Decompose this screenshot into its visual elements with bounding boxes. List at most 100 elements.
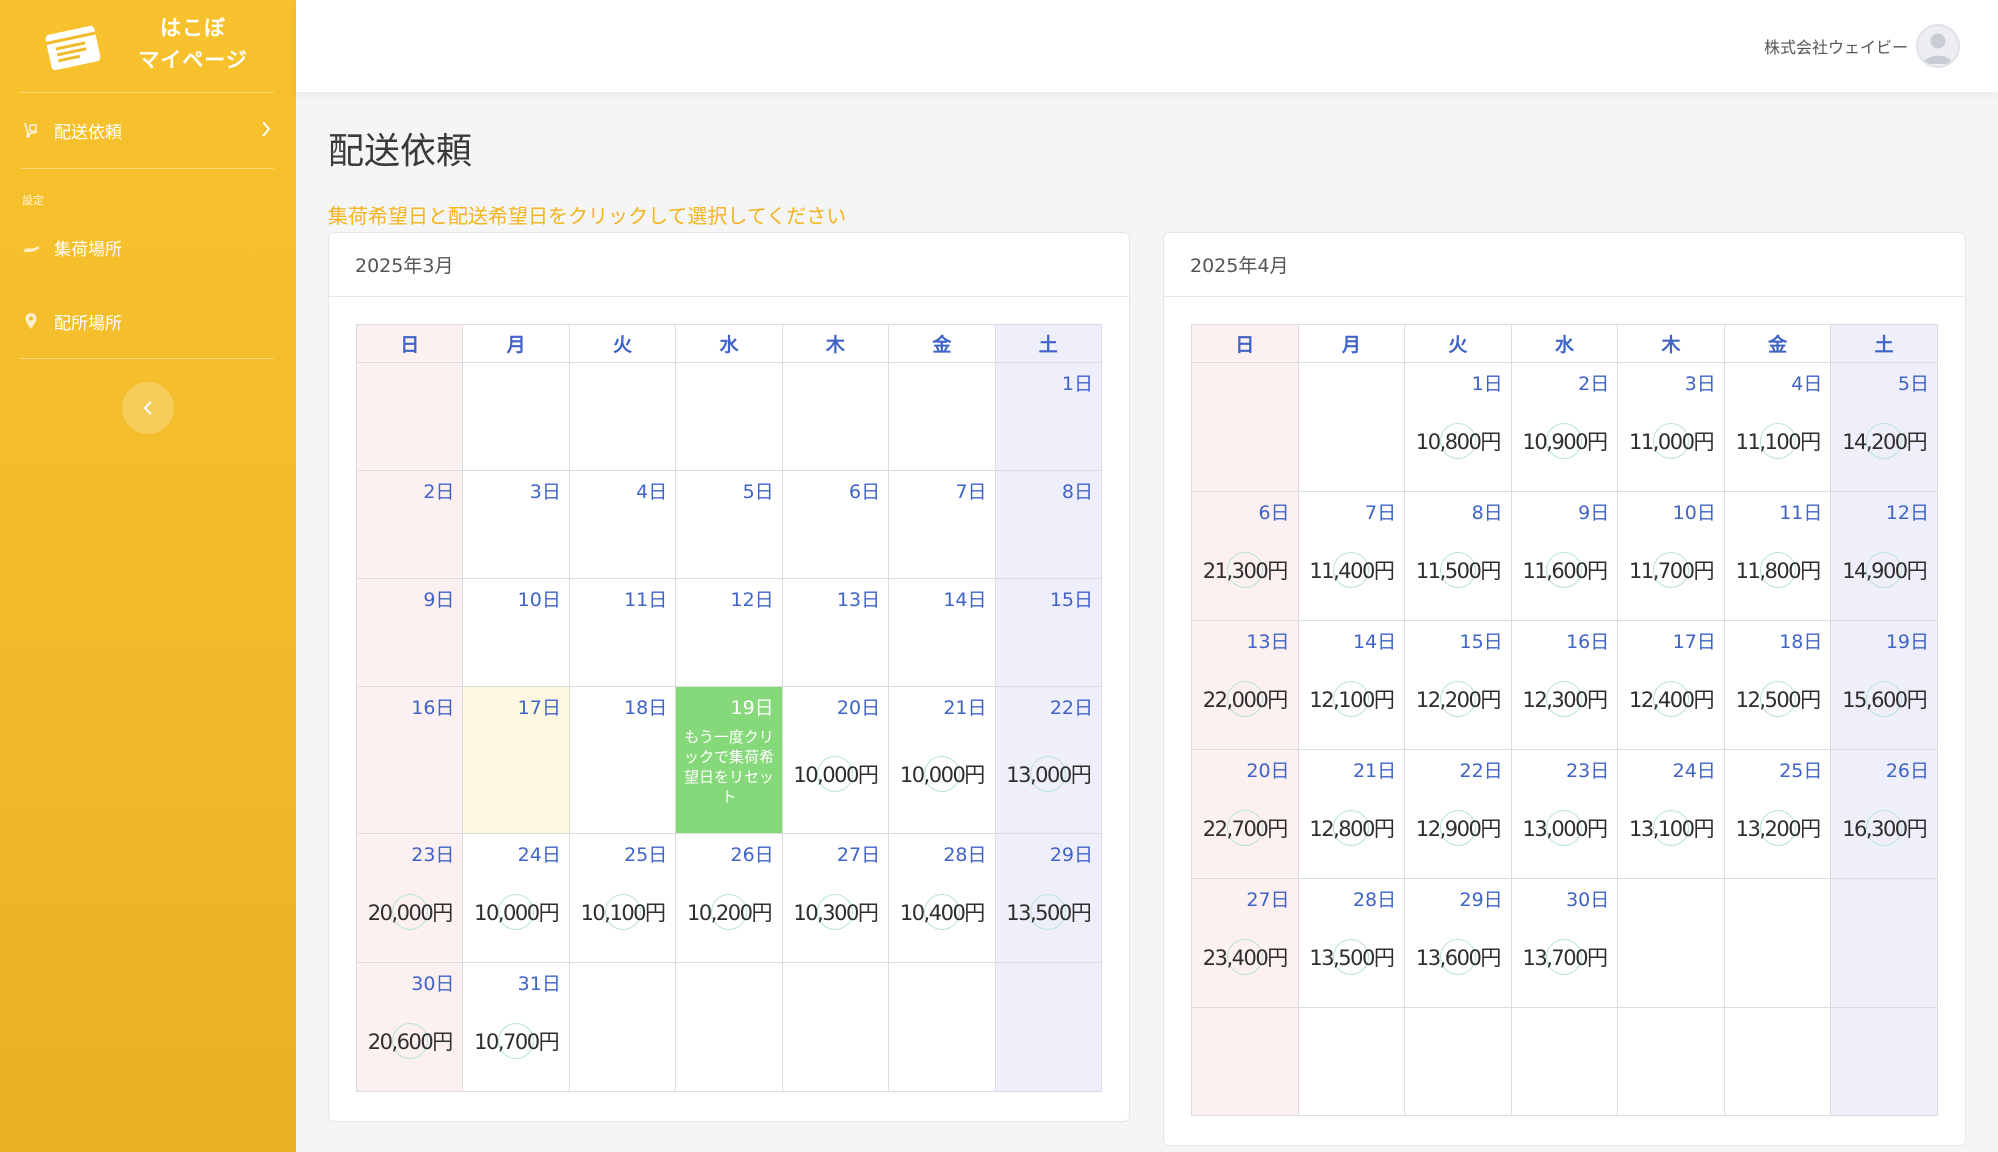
day-number: 11日	[624, 589, 668, 611]
day-price: 10,000円	[889, 756, 994, 792]
calendar-day-cell[interactable]: 11日 11,800円	[1723, 491, 1832, 621]
sidebar-divider	[20, 168, 274, 169]
calendar-day-cell[interactable]: 3日	[462, 470, 570, 579]
day-number: 16日	[411, 697, 455, 719]
calendar-day-cell[interactable]: 18日 12,500円	[1723, 620, 1832, 750]
user-avatar-icon[interactable]	[1916, 24, 1960, 68]
calendar-day-cell[interactable]: 22日 13,000円	[994, 686, 1103, 834]
calendar-day-cell[interactable]: 15日	[994, 578, 1103, 687]
calendar-empty-cell	[1723, 1007, 1832, 1116]
calendar-day-cell[interactable]: 27日 23,400円	[1191, 878, 1299, 1008]
calendar-day-cell[interactable]: 3日 11,000円	[1617, 362, 1725, 492]
calendar-day-cell[interactable]: 8日	[994, 470, 1103, 579]
day-number: 23日	[1566, 760, 1610, 782]
calendar-day-cell[interactable]: 29日 13,500円	[994, 833, 1103, 963]
calendar-day-cell[interactable]: 5日 14,200円	[1830, 362, 1938, 492]
calendar-day-cell[interactable]: 10日 11,700円	[1617, 491, 1725, 621]
calendar-day-cell[interactable]: 26日 16,300円	[1830, 749, 1938, 879]
calendar-day-cell[interactable]: 2日 10,900円	[1510, 362, 1619, 492]
day-number: 13日	[1246, 631, 1290, 653]
calendar-day-cell[interactable]: 11日	[568, 578, 677, 687]
brand-line-1: はこぼ	[160, 16, 226, 40]
sidebar-item-pickup-location[interactable]: 集荷場所	[20, 225, 276, 269]
calendar-day-cell[interactable]: 22日 12,900円	[1404, 749, 1512, 879]
price-text: 20,000円	[367, 901, 453, 925]
calendar-day-cell[interactable]: 16日 12,300円	[1510, 620, 1619, 750]
calendar-day-cell[interactable]: 19日 もう一度クリックで集荷希望日をリセット	[675, 686, 783, 834]
price-text: 11,600円	[1522, 559, 1607, 583]
calendar-day-cell[interactable]: 8日 11,500円	[1404, 491, 1512, 621]
calendar-day-cell[interactable]: 17日	[462, 686, 570, 834]
sidebar-collapse-button[interactable]	[122, 382, 174, 434]
calendar-empty-cell	[1191, 362, 1299, 492]
calendar-day-cell[interactable]: 28日 13,500円	[1297, 878, 1406, 1008]
day-price: 16,300円	[1831, 810, 1937, 846]
calendar-day-cell[interactable]: 14日	[888, 578, 996, 687]
calendar-day-cell[interactable]: 4日 11,100円	[1723, 362, 1832, 492]
day-number: 25日	[624, 844, 668, 866]
calendar-day-cell[interactable]: 20日 22,700円	[1191, 749, 1299, 879]
calendar-day-cell[interactable]: 25日 13,200円	[1723, 749, 1832, 879]
calendar-day-cell[interactable]: 19日 15,600円	[1830, 620, 1938, 750]
sidebar-item-dropoff-location[interactable]: 配所場所	[20, 299, 276, 343]
calendar-day-cell[interactable]: 10日	[462, 578, 570, 687]
calendar-day-cell[interactable]: 30日 13,700円	[1510, 878, 1619, 1008]
calendar-day-cell[interactable]: 27日 10,300円	[781, 833, 890, 963]
calendar-day-cell[interactable]: 14日 12,100円	[1297, 620, 1406, 750]
calendar-day-cell[interactable]: 21日 10,000円	[888, 686, 996, 834]
day-number: 28日	[943, 844, 987, 866]
calendar-day-cell[interactable]: 21日 12,800円	[1297, 749, 1406, 879]
calendar-day-cell[interactable]: 6日	[781, 470, 890, 579]
calendar-day-cell[interactable]: 28日 10,400円	[888, 833, 996, 963]
day-number: 23日	[411, 844, 455, 866]
price-text: 13,600円	[1415, 946, 1501, 970]
calendar-day-cell[interactable]: 2日	[355, 470, 464, 579]
day-number: 15日	[1459, 631, 1503, 653]
calendar-day-cell[interactable]: 23日 13,000円	[1510, 749, 1619, 879]
calendar-week-row: 9日 10日 11日 12日 13日 14日 15日	[355, 578, 1103, 687]
calendar-day-cell[interactable]: 7日	[888, 470, 996, 579]
calendar-day-cell[interactable]: 13日	[781, 578, 890, 687]
calendar-day-cell[interactable]: 17日 12,400円	[1617, 620, 1725, 750]
calendar-day-cell[interactable]: 23日 20,000円	[355, 833, 464, 963]
day-number: 27日	[1246, 889, 1290, 911]
calendar-day-cell[interactable]: 1日 10,800円	[1404, 362, 1512, 492]
calendar-day-cell[interactable]: 26日 10,200円	[675, 833, 783, 963]
calendar-day-cell[interactable]: 24日 13,100円	[1617, 749, 1725, 879]
day-price: 13,500円	[996, 894, 1101, 930]
sidebar-section-heading: 設定	[22, 194, 44, 207]
calendar-day-cell[interactable]: 20日 10,000円	[781, 686, 890, 834]
calendar-day-cell[interactable]: 16日	[355, 686, 464, 834]
calendar-day-cell[interactable]: 12日	[675, 578, 783, 687]
calendar-day-cell[interactable]: 24日 10,000円	[462, 833, 570, 963]
calendar-day-cell[interactable]: 5日	[675, 470, 783, 579]
calendar-day-cell[interactable]: 30日 20,600円	[355, 962, 464, 1092]
calendar-day-cell[interactable]: 1日	[994, 362, 1103, 471]
calendar-day-cell[interactable]: 9日	[355, 578, 464, 687]
calendar-card-april: 2025年4月 日月火水木金土 1日 10,800円 2日 10,900円 3日 11,00…	[1163, 232, 1966, 1146]
calendar-day-cell[interactable]: 9日 11,600円	[1510, 491, 1619, 621]
day-number: 10日	[1672, 502, 1716, 524]
day-number: 21日	[943, 697, 987, 719]
calendar-day-cell[interactable]: 25日 10,100円	[568, 833, 677, 963]
calendar-day-cell[interactable]: 6日 21,300円	[1191, 491, 1299, 621]
day-number: 22日	[1049, 697, 1093, 719]
price-text: 14,200円	[1842, 430, 1927, 454]
day-number: 12日	[1885, 502, 1929, 524]
calendar-day-cell[interactable]: 13日 22,000円	[1191, 620, 1299, 750]
calendar-day-cell[interactable]: 4日	[568, 470, 677, 579]
calendar-day-cell[interactable]: 12日 14,900円	[1830, 491, 1938, 621]
day-number: 27日	[836, 844, 881, 866]
calendar-day-cell[interactable]: 15日 12,200円	[1404, 620, 1512, 750]
calendar-day-cell[interactable]: 29日 13,600円	[1404, 878, 1512, 1008]
calendar-day-cell[interactable]: 7日 11,400円	[1297, 491, 1406, 621]
calendar-week-row: 1日	[355, 362, 1103, 471]
day-price: 13,000円	[996, 756, 1101, 792]
brand[interactable]: はこぼ マイページ	[0, 0, 296, 92]
price-text: 15,600円	[1842, 688, 1927, 712]
calendar-empty-cell	[994, 962, 1103, 1092]
calendar-day-cell[interactable]: 31日 10,700円	[462, 962, 570, 1092]
sidebar-item-delivery-request[interactable]: 配送依頼	[20, 108, 276, 152]
calendar-day-cell[interactable]: 18日	[568, 686, 677, 834]
price-text: 22,700円	[1202, 817, 1288, 841]
